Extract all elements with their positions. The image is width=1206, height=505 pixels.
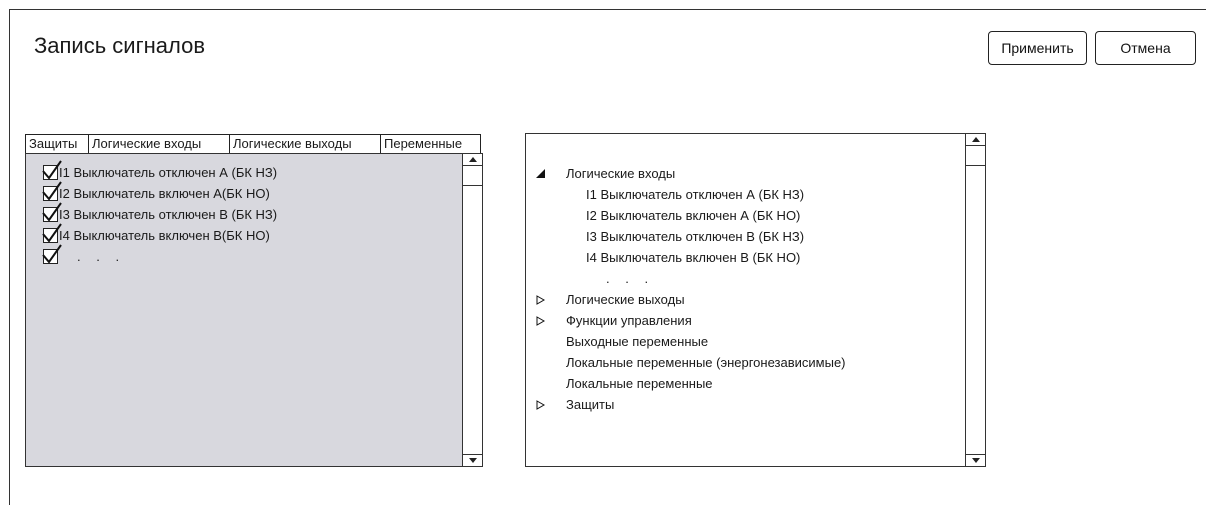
tree-node[interactable]: I2 Выключатель включен А (БК НО) [536,205,846,226]
expand-toggle[interactable] [536,294,556,305]
arrow-down-icon [971,458,980,463]
tree-node-label: Локальные переменные (энергонезависимые) [566,355,846,370]
tree-node[interactable]: Защиты [536,394,846,415]
tree-node[interactable]: I4 Выключатель включен В (БК НО) [536,247,846,268]
tree-node-ellipsis: . . . [536,268,846,289]
vertical-scrollbar[interactable] [965,134,985,466]
signal-tree-panel: Логические входы I1 Выключатель отключен… [525,133,986,467]
expanded-triangle-icon [536,169,545,178]
tree-node-label: Логические входы [566,166,676,181]
tree-node[interactable]: Выходные переменные [536,331,846,352]
tree-node-label: I2 Выключатель включен А (БК НО) [586,208,801,223]
checkmark-icon [42,244,62,264]
list-item[interactable]: I2 Выключатель включен А(БК НО) [42,181,277,204]
tree-node-label: I1 Выключатель отключен А (БК НЗ) [586,187,805,202]
tree-node-label: Защиты [566,397,615,412]
more-items-ellipsis: . . . [77,249,126,264]
tree-node-label: I3 Выключатель отключен В (БК НЗ) [586,229,805,244]
expand-toggle[interactable] [536,315,556,326]
vertical-scrollbar[interactable] [462,154,482,466]
arrow-up-icon [971,137,980,142]
list-item-label: I1 Выключатель отключен А (БК НЗ) [59,165,278,180]
list-item[interactable]: I1 Выключатель отключен А (БК НЗ) [42,160,278,183]
arrow-down-icon [468,458,477,463]
list-item[interactable]: I3 Выключатель отключен В (БК НЗ) [42,202,278,225]
checkbox[interactable] [42,223,62,243]
tree-node[interactable]: I3 Выключатель отключен В (БК НЗ) [536,226,846,247]
signal-tree: Логические входы I1 Выключатель отключен… [536,163,846,415]
tree-node[interactable]: Функции управления [536,310,846,331]
cancel-button[interactable]: Отмена [1095,31,1196,65]
arrow-up-icon [468,157,477,162]
tree-node[interactable]: Локальные переменные (энергонезависимые) [536,352,846,373]
tab-bar: Защиты Логические входы Логические выход… [25,134,481,154]
tree-node-label: I4 Выключатель включен В (БК НО) [586,250,801,265]
scroll-down-button[interactable] [966,454,985,466]
collapsed-triangle-icon [536,315,546,326]
tab-protections[interactable]: Защиты [25,134,89,154]
checkbox[interactable] [42,181,62,201]
page-title: Запись сигналов [34,33,206,58]
tab-variables[interactable]: Переменные [380,134,481,154]
scroll-up-button[interactable] [966,134,985,146]
checkbox[interactable] [42,244,62,264]
checkmark-icon [42,202,62,222]
tree-node-label: Локальные переменные [566,376,713,391]
tree-node[interactable]: Локальные переменные [536,373,846,394]
collapsed-triangle-icon [536,294,546,305]
checkmark-icon [42,160,62,180]
tree-node-label: Логические выходы [566,292,685,307]
tree-node[interactable]: I1 Выключатель отключен А (БК НЗ) [536,184,846,205]
tree-node-label: Выходные переменные [566,334,709,349]
signal-list-panel: I1 Выключатель отключен А (БК НЗ) I2 Вык… [25,153,483,467]
scroll-down-button[interactable] [463,454,482,466]
list-item[interactable]: I4 Выключатель включен В(БК НО) [42,223,277,246]
list-item-label: I2 Выключатель включен А(БК НО) [59,186,270,201]
tree-node[interactable]: Логические входы [536,163,846,184]
collapsed-triangle-icon [536,399,546,410]
apply-button[interactable]: Применить [988,31,1087,65]
expand-toggle[interactable] [536,399,556,410]
scroll-thumb[interactable] [463,166,482,186]
list-item-label: I3 Выключатель отключен В (БК НЗ) [59,207,278,222]
scroll-up-button[interactable] [463,154,482,166]
checkbox[interactable] [42,202,62,222]
checkmark-icon [42,181,62,201]
tree-node-label: Функции управления [566,313,692,328]
tree-node[interactable]: Логические выходы [536,289,846,310]
scroll-thumb[interactable] [966,146,985,166]
list-item[interactable]: . . . [42,244,277,267]
tree-node-label: . . . [606,271,655,286]
tab-logic-inputs[interactable]: Логические входы [88,134,230,154]
checkbox[interactable] [42,160,62,180]
tab-logic-outputs[interactable]: Логические выходы [229,134,381,154]
signal-list: I1 Выключатель отключен А (БК НЗ) I2 Вык… [42,160,278,267]
list-item-label: I4 Выключатель включен В(БК НО) [59,228,270,243]
expand-toggle[interactable] [536,169,556,178]
checkmark-icon [42,223,62,243]
